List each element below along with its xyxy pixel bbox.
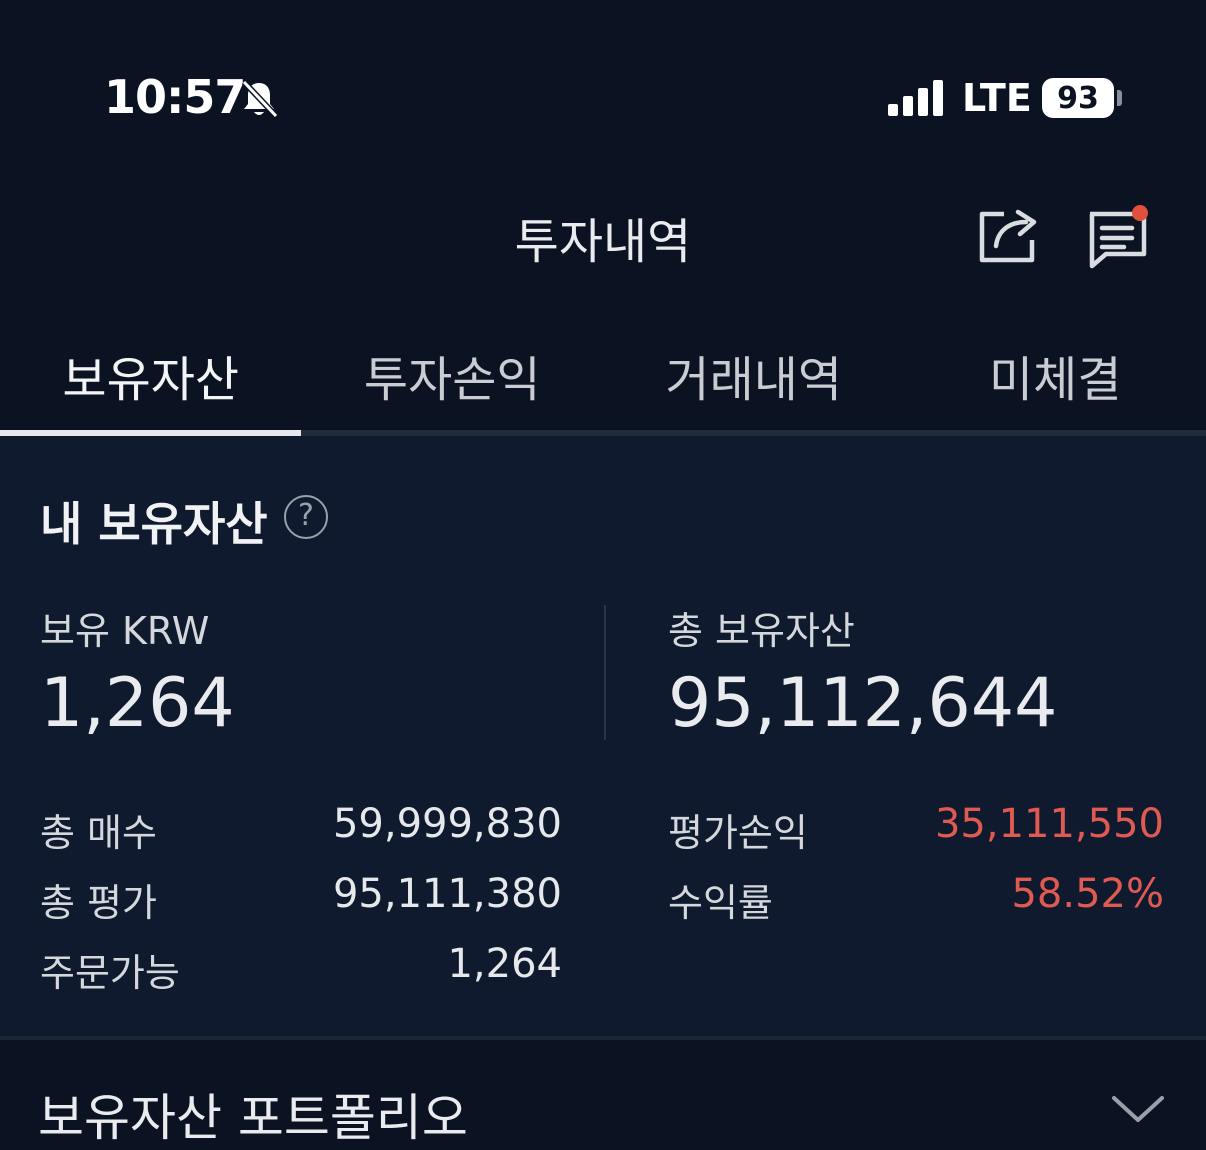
status-time: 10:57 xyxy=(104,70,245,124)
battery-level: 93 xyxy=(1057,81,1099,116)
eval-pnl-value: 35,111,550 xyxy=(935,801,1164,847)
orderable-value: 1,264 xyxy=(447,941,562,987)
share-icon[interactable] xyxy=(974,200,1044,270)
battery-nub xyxy=(1117,90,1122,106)
total-assets-value: 95,112,644 xyxy=(668,664,1057,743)
holdings-title: 내 보유자산 xyxy=(40,488,268,554)
chevron-down-icon[interactable] xyxy=(1110,1090,1166,1126)
return-rate-value: 58.52% xyxy=(1011,871,1164,917)
total-eval-value: 95,111,380 xyxy=(333,871,562,917)
tab-open-orders[interactable]: 미체결 xyxy=(905,330,1206,436)
total-assets-label: 총 보유자산 xyxy=(668,600,855,655)
total-eval-label: 총 평가 xyxy=(40,872,157,927)
status-bar: 10:57 LTE 93 xyxy=(0,0,1206,190)
return-rate-label: 수익률 xyxy=(668,872,773,927)
krw-label: 보유 KRW xyxy=(40,600,209,655)
divider xyxy=(604,605,606,740)
tab-bar: 보유자산 투자손익 거래내역 미체결 xyxy=(0,330,1206,436)
section-separator xyxy=(0,1036,1206,1040)
battery-icon: 93 xyxy=(1042,78,1114,118)
signal-icon xyxy=(886,80,946,116)
tab-investment-pnl[interactable]: 투자손익 xyxy=(302,330,604,436)
network-type: LTE xyxy=(962,76,1032,120)
eval-pnl-label: 평가손익 xyxy=(668,802,808,857)
tab-trade-history[interactable]: 거래내역 xyxy=(603,330,905,436)
tab-holdings[interactable]: 보유자산 xyxy=(0,330,302,436)
total-buy-value: 59,999,830 xyxy=(333,801,562,847)
orderable-label: 주문가능 xyxy=(40,942,180,997)
krw-value: 1,264 xyxy=(40,664,235,743)
bell-muted-icon xyxy=(238,78,280,120)
total-buy-label: 총 매수 xyxy=(40,802,157,857)
portfolio-title[interactable]: 보유자산 포트폴리오 xyxy=(38,1078,468,1150)
notification-dot xyxy=(1132,205,1148,221)
help-icon[interactable]: ? xyxy=(284,495,328,539)
